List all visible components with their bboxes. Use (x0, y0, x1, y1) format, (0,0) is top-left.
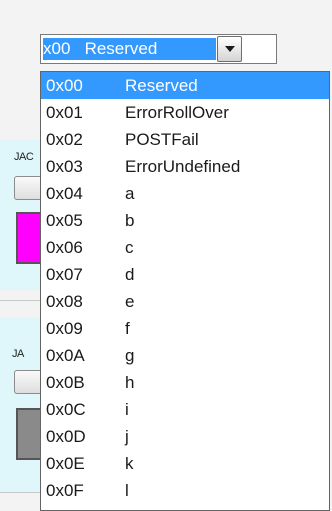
item-code: 0x05 (46, 211, 83, 230)
list-item[interactable]: 0x04 a (41, 180, 329, 207)
list-item[interactable]: 0x01 ErrorRollOver (41, 99, 329, 126)
list-item[interactable]: 0x06 c (41, 234, 329, 261)
item-name: b (125, 211, 135, 230)
divider (0, 300, 40, 301)
item-code: 0x00 (46, 76, 83, 95)
panel-button[interactable] (14, 370, 43, 394)
item-name: f (125, 319, 130, 338)
item-code: 0x07 (46, 265, 83, 284)
item-name: a (125, 184, 135, 203)
panel-label: JA (12, 348, 24, 360)
list-item[interactable]: 0x0D j (41, 423, 329, 450)
item-code: 0x0D (46, 427, 86, 446)
item-name: i (125, 400, 129, 419)
item-code: 0x01 (46, 103, 83, 122)
item-code: 0x09 (46, 319, 83, 338)
combobox-selected-text[interactable]: x00 Reserved (43, 38, 216, 60)
list-item[interactable]: 0x05 b (41, 207, 329, 234)
item-name: c (125, 238, 134, 257)
item-name: ErrorUndefined (125, 157, 241, 176)
list-item[interactable]: 0x0C i (41, 396, 329, 423)
item-code: 0x0C (46, 400, 86, 419)
list-item[interactable]: 0x0A g (41, 342, 329, 369)
list-item[interactable]: 0x03 ErrorUndefined (41, 153, 329, 180)
list-item[interactable]: 0x0E k (41, 450, 329, 477)
list-item[interactable]: 0x0F l (41, 477, 329, 504)
list-item[interactable]: 0x02 POSTFail (41, 126, 329, 153)
item-name: POSTFail (125, 130, 199, 149)
list-item[interactable]: 0x09 f (41, 315, 329, 342)
item-name: g (125, 346, 135, 365)
list-item[interactable]: 0x07 d (41, 261, 329, 288)
divider (0, 492, 40, 493)
panel-button[interactable] (14, 176, 43, 200)
background-panel (0, 318, 40, 493)
panel-label: JAC (14, 151, 34, 163)
item-name: j (125, 427, 129, 446)
item-code: 0x04 (46, 184, 83, 203)
item-name: ErrorRollOver (125, 103, 229, 122)
chevron-down-icon (225, 46, 235, 52)
dropdown-button[interactable] (217, 36, 242, 62)
item-name: d (125, 265, 135, 284)
combobox[interactable]: x00 Reserved (40, 34, 277, 64)
item-name: Reserved (125, 76, 198, 95)
item-code: 0x06 (46, 238, 83, 257)
dropdown-list[interactable]: 0x00 Reserved 0x01 ErrorRollOver 0x02 POSTFai… (40, 71, 330, 511)
item-name: h (125, 373, 135, 392)
item-name: e (125, 292, 135, 311)
list-item[interactable]: 0x08 e (41, 288, 329, 315)
item-name: l (125, 481, 129, 500)
item-code: 0x08 (46, 292, 83, 311)
item-code: 0x02 (46, 130, 83, 149)
list-item[interactable]: 0x0B h (41, 369, 329, 396)
item-code: 0x0B (46, 373, 85, 392)
item-code: 0x0F (46, 481, 84, 500)
list-item[interactable]: 0x00 Reserved (41, 72, 329, 99)
item-code: 0x0E (46, 454, 85, 473)
item-code: 0x0A (46, 346, 85, 365)
item-name: k (125, 454, 134, 473)
item-code: 0x03 (46, 157, 83, 176)
